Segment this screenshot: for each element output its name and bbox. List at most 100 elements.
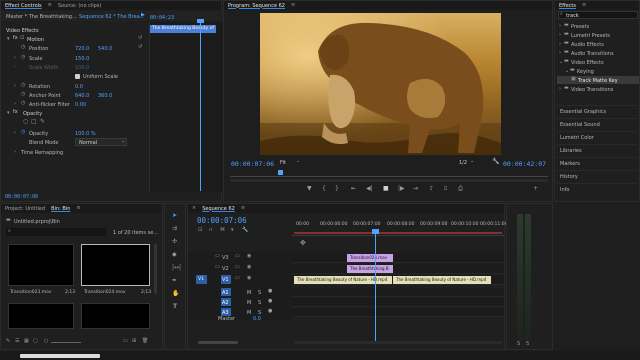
- reset-icon[interactable]: ↺: [138, 36, 142, 41]
- stopwatch-icon[interactable]: ◷: [21, 83, 25, 88]
- rectangle-mask-icon[interactable]: □: [31, 119, 37, 125]
- snap-icon[interactable]: ∩: [209, 228, 213, 233]
- panel-essential-sound[interactable]: Essential Sound: [557, 118, 637, 131]
- slip-tool-icon[interactable]: |↔|: [172, 265, 181, 271]
- effect-controls-timecode[interactable]: 00:00:07:06: [5, 194, 38, 200]
- expand-arrow-icon[interactable]: ›: [14, 84, 16, 89]
- ripple-edit-tool-icon[interactable]: ✣: [172, 239, 177, 245]
- bin-search-box[interactable]: [6, 228, 106, 236]
- eye-icon[interactable]: ◉: [247, 254, 251, 259]
- chevron-right-icon[interactable]: ›: [559, 42, 561, 47]
- timeline-settings-icon[interactable]: 🔧: [242, 228, 248, 233]
- step-back-icon[interactable]: ◀|: [366, 186, 373, 192]
- fx-icon[interactable]: fx: [13, 36, 18, 41]
- mark-out-icon[interactable]: }: [335, 186, 339, 192]
- go-to-in-icon[interactable]: ⇤: [351, 186, 356, 192]
- effects-tree-audio-transitions[interactable]: Audio Transitions: [571, 51, 614, 57]
- effects-tree-lumetri-presets[interactable]: Lumetri Presets: [571, 33, 610, 39]
- timeline-clip-v3[interactable]: Transition024.mov: [347, 254, 393, 262]
- track-label-v1[interactable]: V1: [222, 277, 229, 283]
- add-button-icon[interactable]: +: [533, 186, 538, 192]
- expand-arrow-icon[interactable]: ›: [14, 131, 16, 136]
- bin-item-thumbnail[interactable]: [81, 244, 150, 286]
- razor-tool-icon[interactable]: ◆: [172, 252, 177, 258]
- param-anchor-x[interactable]: 640.0: [75, 93, 89, 99]
- bin-item-thumbnail[interactable]: [81, 303, 150, 329]
- solo-button[interactable]: S: [258, 290, 261, 296]
- expand-arrow-icon[interactable]: ›: [14, 56, 16, 61]
- track-lane-a2[interactable]: [292, 298, 504, 307]
- program-video-frame[interactable]: [260, 13, 501, 155]
- param-anchor-y[interactable]: 360.0: [98, 93, 112, 99]
- eye-icon[interactable]: ◉: [247, 265, 251, 270]
- track-label-v2[interactable]: V2: [222, 266, 229, 272]
- bin-item-name[interactable]: Transition024.mov: [84, 290, 126, 295]
- chevron-down-icon[interactable]: ⌄: [559, 60, 563, 65]
- toggle-sync-lock-icon[interactable]: ▭: [215, 265, 220, 270]
- track-output-icon[interactable]: ▭: [235, 254, 240, 259]
- bin-item-thumbnail[interactable]: [8, 244, 74, 286]
- list-view-icon[interactable]: ☰: [15, 339, 19, 344]
- sequence-clip-label[interactable]: Sequence 62 * The Brea...: [79, 14, 144, 20]
- bin-scrollbar[interactable]: [154, 244, 157, 294]
- add-marker-icon[interactable]: ▼: [307, 186, 312, 192]
- solo-button[interactable]: S: [258, 300, 261, 306]
- panel-info[interactable]: Info: [557, 183, 637, 196]
- panel-libraries[interactable]: Libraries: [557, 144, 637, 157]
- lift-icon[interactable]: ⇪: [429, 186, 434, 192]
- program-playhead[interactable]: [278, 170, 283, 175]
- effects-tree-keying[interactable]: Keying: [577, 69, 594, 75]
- chevron-right-icon[interactable]: ›: [559, 87, 561, 92]
- expand-arrow-icon[interactable]: ›: [14, 102, 16, 107]
- ellipse-mask-icon[interactable]: ○: [23, 119, 28, 125]
- track-select-tool-icon[interactable]: ⇉: [172, 226, 177, 232]
- timeline-scroll-bar[interactable]: [294, 341, 502, 344]
- effects-tree-audio-effects[interactable]: Audio Effects: [571, 42, 604, 48]
- stopwatch-icon[interactable]: ◷: [21, 45, 25, 50]
- chevron-right-icon[interactable]: ›: [559, 33, 561, 38]
- close-icon[interactable]: ×: [192, 206, 196, 211]
- tab-effect-controls[interactable]: Effect Controls: [5, 3, 42, 9]
- track-output-icon[interactable]: ▭: [235, 276, 240, 281]
- effects-tree-video-effects[interactable]: Video Effects: [571, 60, 604, 66]
- voiceover-mic-icon[interactable]: ●: [268, 299, 272, 304]
- voiceover-mic-icon[interactable]: ●: [268, 289, 272, 294]
- selection-tool-icon[interactable]: ➤: [172, 213, 177, 219]
- tab-source[interactable]: Source: (no clips): [58, 3, 101, 9]
- effects-tree-video-transitions[interactable]: Video Transitions: [571, 87, 613, 93]
- effects-search-input[interactable]: track: [566, 13, 579, 19]
- master-track-value[interactable]: 0.0: [253, 316, 261, 322]
- track-label-a1[interactable]: A1: [222, 290, 229, 296]
- chevron-down-icon[interactable]: ⌄: [565, 69, 569, 74]
- chevron-right-icon[interactable]: ›: [559, 24, 561, 29]
- stopwatch-icon[interactable]: ◷: [21, 130, 25, 135]
- effects-tree-track-matte-key[interactable]: Track Matte Key: [578, 78, 618, 84]
- effects-tree-presets[interactable]: Presets: [571, 24, 589, 30]
- wrench-icon[interactable]: 🔧: [492, 159, 499, 165]
- transform-icon[interactable]: ⊡: [20, 36, 24, 41]
- go-to-out-icon[interactable]: ⇥: [413, 186, 418, 192]
- reset-icon[interactable]: ↺: [138, 45, 142, 50]
- timeline-sequence-tab[interactable]: Sequence 62: [202, 206, 235, 212]
- expand-arrow-icon[interactable]: ▾: [7, 37, 10, 42]
- expand-arrow-icon[interactable]: ›: [14, 65, 16, 70]
- panel-essential-graphics[interactable]: Essential Graphics: [557, 105, 637, 118]
- track-lane-v2[interactable]: [292, 264, 504, 274]
- fx-icon[interactable]: fx: [13, 110, 18, 115]
- mute-button[interactable]: M: [247, 290, 251, 296]
- expand-arrow-icon[interactable]: ▾: [7, 111, 10, 116]
- timeline-clip-v1-b[interactable]: The Breathtaking Beauty of Nature - HD.m…: [393, 276, 491, 284]
- param-scale-value[interactable]: 150.0: [75, 56, 89, 62]
- type-tool-icon[interactable]: T: [173, 304, 177, 310]
- menu-icon[interactable]: ≡: [76, 206, 80, 211]
- mute-button[interactable]: M: [247, 300, 251, 306]
- param-rotation-value[interactable]: 0.0: [75, 84, 83, 90]
- expand-arrow-icon[interactable]: ›: [14, 150, 16, 155]
- mini-timeline-playhead[interactable]: [200, 19, 201, 191]
- timeline-clip-v1-a[interactable]: The Breathtaking Beauty of Nature - HD.m…: [294, 276, 392, 284]
- nest-icon[interactable]: ⊡: [198, 228, 202, 233]
- menu-icon[interactable]: ≡: [291, 3, 295, 8]
- trash-icon[interactable]: 🗑: [142, 339, 148, 344]
- timeline-clip-v2[interactable]: The Breathtaking B: [347, 265, 393, 273]
- timeline-timecode[interactable]: 00:00:07:06: [197, 216, 247, 225]
